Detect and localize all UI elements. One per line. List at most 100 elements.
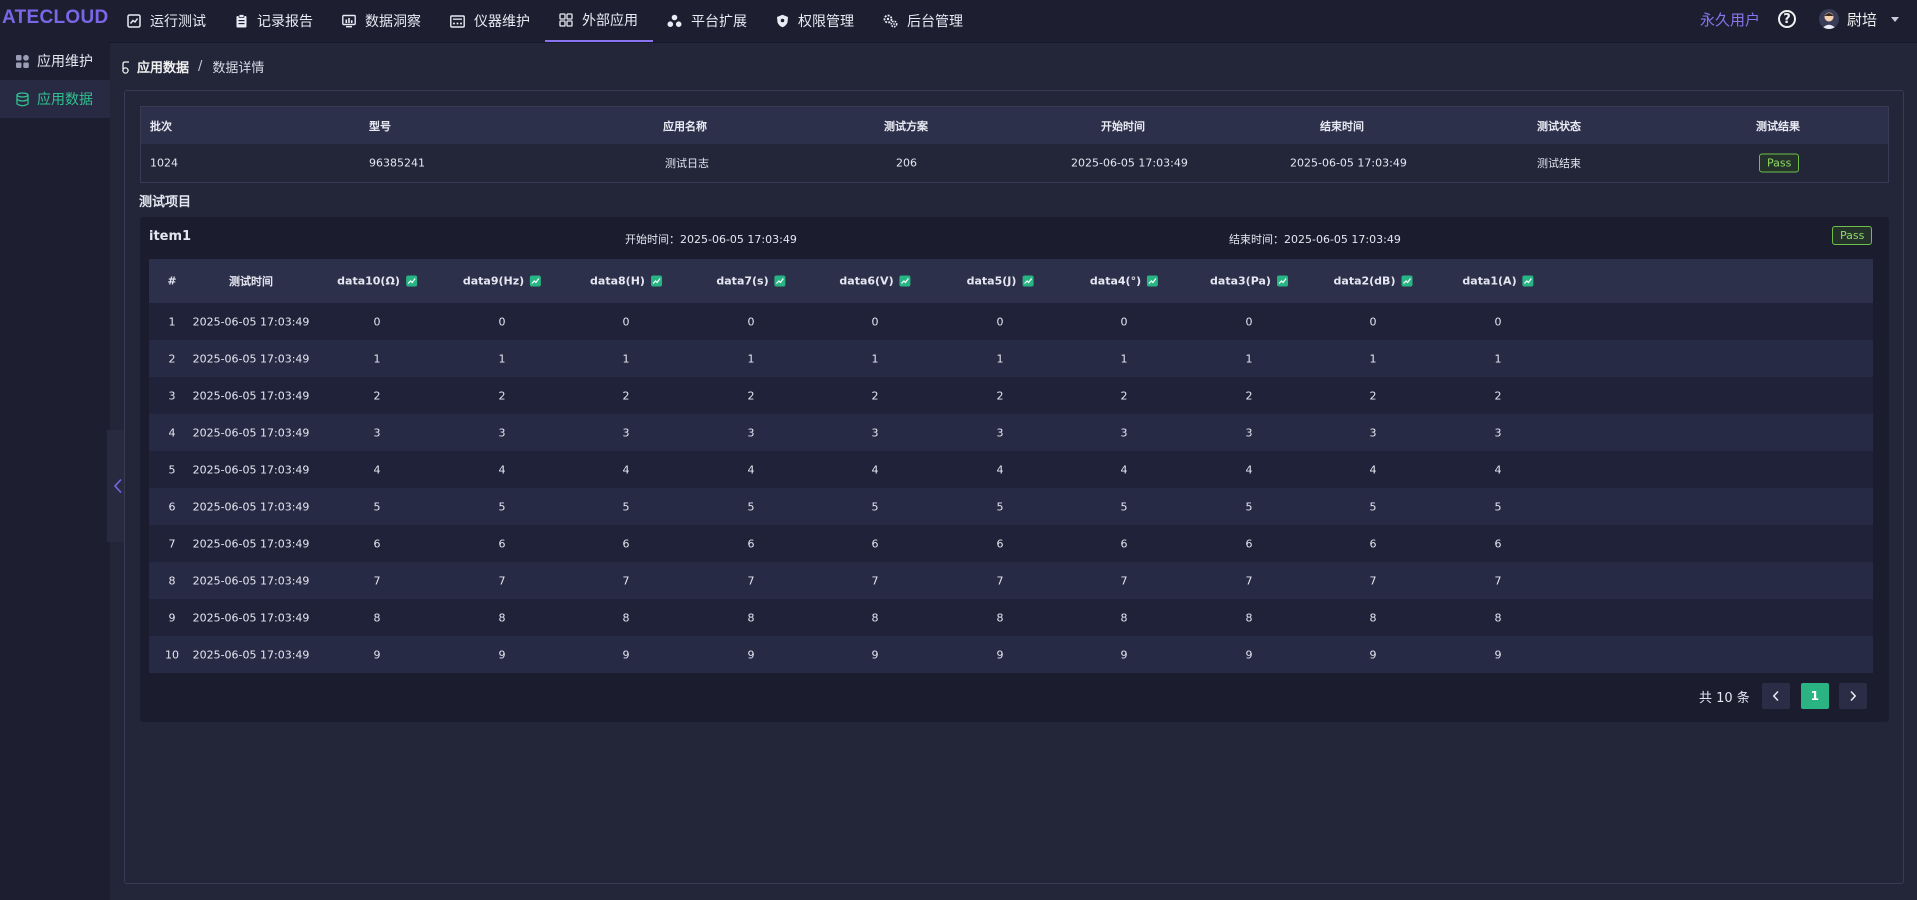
instrument-icon xyxy=(450,14,465,28)
nav-item-record-report[interactable]: 记录报告 xyxy=(221,0,328,42)
table-cell: 6 xyxy=(622,537,630,550)
column-header-label: data8(H) xyxy=(590,274,645,288)
nodes-icon xyxy=(667,14,682,27)
table-cell: 2 xyxy=(373,389,381,402)
header-model: 型号 xyxy=(369,119,391,133)
table-cell: 4 xyxy=(498,463,506,476)
total-count: 共 10 条 xyxy=(1699,690,1750,706)
item-start-time: 开始时间：2025-06-05 17:03:49 xyxy=(625,233,797,246)
column-header: data2(dB) xyxy=(1334,275,1413,288)
sidebar-item-label: 应用维护 xyxy=(37,54,93,70)
breadcrumb-app-data[interactable]: 应用数据 xyxy=(137,57,189,76)
license-status[interactable]: 永久用户 xyxy=(1700,9,1760,30)
nav-item-backend[interactable]: 后台管理 xyxy=(869,0,978,42)
table-row: 1 2025-06-05 17:03:49 0 0 0 0 0 0 0 0 0 0 xyxy=(149,303,1873,340)
chart-toggle-icon[interactable] xyxy=(899,275,911,287)
table-cell: 2 xyxy=(498,389,506,402)
nav-item-run-test[interactable]: 运行测试 xyxy=(113,0,221,42)
table-cell: 5 xyxy=(622,500,630,513)
chart-toggle-icon[interactable] xyxy=(405,275,417,287)
chart-toggle-icon[interactable] xyxy=(774,275,786,287)
table-cell: 7 xyxy=(1245,574,1253,587)
table-cell: 9 xyxy=(871,648,879,661)
table-cell: 5 xyxy=(498,500,506,513)
next-page-button[interactable] xyxy=(1838,683,1867,709)
table-cell: 5 xyxy=(373,500,381,513)
table-cell: 7 xyxy=(498,574,506,587)
table-cell: 7 xyxy=(168,537,176,550)
app-logo[interactable]: ATECLOUD xyxy=(2,7,109,29)
chevron-down-icon[interactable] xyxy=(1891,16,1899,22)
table-cell: 2 xyxy=(622,389,630,402)
nav-item-external-apps[interactable]: 外部应用 xyxy=(545,0,653,42)
table-cell: 7 xyxy=(1369,574,1377,587)
sidebar-item-app-data[interactable]: 应用数据 xyxy=(0,80,110,118)
avatar[interactable] xyxy=(1818,9,1839,29)
sidebar: 应用维护 应用数据 xyxy=(0,42,110,900)
help-icon[interactable]: ? xyxy=(1777,10,1796,28)
column-header: data3(Pa) xyxy=(1210,275,1288,288)
back-icon[interactable] xyxy=(120,60,134,74)
sidebar-item-label: 应用数据 xyxy=(37,92,93,108)
table-cell: 0 xyxy=(1369,315,1377,328)
column-header-label: # xyxy=(167,274,177,288)
table-cell: 2025-06-05 17:03:49 xyxy=(192,574,310,587)
table-cell: 8 xyxy=(373,611,381,624)
nav-item-permission[interactable]: 权限管理 xyxy=(762,0,869,42)
table-cell: 5 xyxy=(1120,500,1128,513)
header-test-plan: 测试方案 xyxy=(884,119,928,133)
chart-toggle-icon[interactable] xyxy=(530,275,542,287)
table-cell: 1 xyxy=(747,352,755,365)
status-badge: Pass xyxy=(1759,153,1800,173)
page-number-button[interactable]: 1 xyxy=(1800,683,1829,709)
chart-toggle-icon[interactable] xyxy=(1147,275,1159,287)
table-cell: 2 xyxy=(747,389,755,402)
column-header-label: data9(Hz) xyxy=(462,274,525,288)
table-cell: 0 xyxy=(622,315,630,328)
nav-item-platform-extension[interactable]: 平台扩展 xyxy=(653,0,762,42)
column-header-label: 测试时间 xyxy=(229,275,273,288)
table-row: 9 2025-06-05 17:03:49 8 8 8 8 8 8 8 8 8 8 xyxy=(149,599,1873,636)
model-value: 96385241 xyxy=(369,156,425,170)
table-cell: 10 xyxy=(165,648,179,661)
column-header-label: data4(°) xyxy=(1089,274,1142,288)
table-row: 8 2025-06-05 17:03:49 7 7 7 7 7 7 7 7 7 7 xyxy=(149,562,1873,599)
table-cell: 4 xyxy=(622,463,630,476)
prev-page-button[interactable] xyxy=(1761,683,1790,709)
table-row: 7 2025-06-05 17:03:49 6 6 6 6 6 6 6 6 6 6 xyxy=(149,525,1873,562)
table-cell: 4 xyxy=(373,463,381,476)
chevron-left-icon xyxy=(1772,690,1779,702)
sidebar-item-app-maintenance[interactable]: 应用维护 xyxy=(0,42,110,80)
table-cell: 1 xyxy=(373,352,381,365)
breadcrumb-separator: / xyxy=(198,59,203,74)
table-cell: 2025-06-05 17:03:49 xyxy=(192,500,310,513)
nav-item-instrument[interactable]: 仪器维护 xyxy=(436,0,545,42)
table-cell: 8 xyxy=(622,611,630,624)
user-area: 永久用户 ? 尉培 xyxy=(1700,0,1917,38)
column-header: data5(J) xyxy=(967,275,1034,288)
table-cell: 4 xyxy=(168,426,176,439)
clipboard-icon xyxy=(236,14,247,28)
table-cell: 7 xyxy=(996,574,1004,587)
column-header-label: data5(J) xyxy=(966,274,1017,288)
chart-toggle-icon[interactable] xyxy=(1522,275,1534,287)
user-name[interactable]: 尉培 xyxy=(1847,9,1877,30)
table-cell: 9 xyxy=(373,648,381,661)
chart-toggle-icon[interactable] xyxy=(1276,275,1288,287)
table-cell: 3 xyxy=(747,426,755,439)
nav-item-label: 外部应用 xyxy=(582,13,638,29)
test-status-value: 测试结束 xyxy=(1537,157,1581,170)
table-cell: 6 xyxy=(996,537,1004,550)
table-cell: 0 xyxy=(871,315,879,328)
chart-toggle-icon[interactable] xyxy=(1022,275,1034,287)
user-avatar-icon xyxy=(1821,12,1837,29)
top-navbar: ATECLOUD 运行测试 记录报告 数据洞察 仪器维护 外部应用 平台扩展 权 xyxy=(0,0,1917,43)
table-cell: 4 xyxy=(871,463,879,476)
table-cell: 9 xyxy=(168,611,176,624)
table-cell: 0 xyxy=(1245,315,1253,328)
nav-item-data-insight[interactable]: 数据洞察 xyxy=(328,0,436,42)
chart-toggle-icon[interactable] xyxy=(1401,275,1413,287)
table-cell: 2025-06-05 17:03:49 xyxy=(192,648,310,661)
column-header-label: data7(s) xyxy=(716,274,769,288)
chart-toggle-icon[interactable] xyxy=(650,275,662,287)
